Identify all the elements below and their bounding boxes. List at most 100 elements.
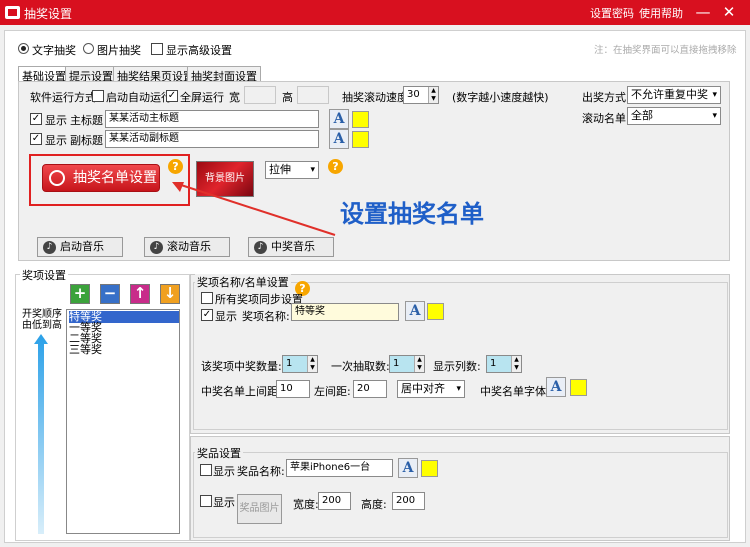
- color-swatch[interactable]: [421, 460, 438, 477]
- align-select[interactable]: 居中对齐 ▾: [397, 380, 465, 398]
- list-item[interactable]: 三等奖: [69, 344, 102, 356]
- main-title-input[interactable]: 某某活动主标题: [105, 110, 319, 128]
- auto-start-checkbox[interactable]: [92, 90, 104, 102]
- prize-settings-title: 奖项设置: [20, 267, 68, 283]
- win-music-button[interactable]: ♪ 中奖音乐: [248, 237, 334, 257]
- smile-icon: [49, 170, 65, 186]
- height-input[interactable]: [297, 86, 329, 104]
- sub-title-input[interactable]: 某某活动副标题: [105, 130, 319, 148]
- draw-mode-label: 出奖方式: [582, 91, 626, 104]
- scroll-list-label: 滚动名单: [582, 112, 626, 125]
- width-label: 宽: [229, 91, 240, 104]
- advanced-label: 显示高级设置: [166, 44, 232, 57]
- scroll-speed-input[interactable]: 30 ▲ ▼: [403, 86, 439, 104]
- start-music-button[interactable]: ♪ 启动音乐: [37, 237, 123, 257]
- top-margin-label: 中奖名单上间距:: [201, 385, 282, 398]
- show-main-title-checkbox[interactable]: ✓: [30, 113, 42, 125]
- advanced-checkbox[interactable]: [151, 43, 163, 55]
- image-draw-radio[interactable]: [83, 43, 94, 54]
- tab-cover[interactable]: 抽奖封面设置: [187, 66, 261, 83]
- up-arrow-icon: [34, 334, 48, 534]
- chevron-down-icon: ▾: [712, 90, 717, 100]
- auto-start-label: 启动自动运行: [106, 91, 172, 104]
- close-icon[interactable]: ✕: [718, 2, 740, 22]
- per-draw-label: 一次抽取数:: [331, 360, 390, 373]
- prize-name-title: 奖项名称/名单设置: [195, 274, 291, 290]
- minimize-icon[interactable]: —: [692, 2, 714, 22]
- tab-prompt[interactable]: 提示设置: [65, 66, 117, 83]
- spinner-arrows-icon[interactable]: ▲ ▼: [414, 356, 424, 372]
- award-name-input[interactable]: 苹果iPhone6一台: [286, 459, 393, 477]
- width-input[interactable]: [244, 86, 276, 104]
- add-icon[interactable]: +: [70, 284, 90, 304]
- columns-input[interactable]: 1 ▲ ▼: [486, 355, 522, 373]
- show-award-name-checkbox[interactable]: [200, 464, 212, 476]
- spinner-arrows-icon[interactable]: ▲ ▼: [511, 356, 521, 372]
- award-width-input[interactable]: 200: [318, 492, 351, 510]
- move-down-icon[interactable]: ↓: [160, 284, 180, 304]
- show-sub-title-checkbox[interactable]: ✓: [30, 133, 42, 145]
- winner-font-label: 中奖名单字体: [480, 385, 546, 398]
- award-height-input[interactable]: 200: [392, 492, 425, 510]
- font-icon[interactable]: A: [546, 377, 566, 397]
- font-icon[interactable]: A: [329, 109, 349, 129]
- draw-order-label: 开奖顺序 由低到高: [22, 309, 62, 331]
- scroll-speed-label: 抽奖滚动速度: [342, 91, 408, 104]
- color-swatch[interactable]: [352, 111, 369, 128]
- help-icon[interactable]: ?: [328, 159, 343, 174]
- hint-text: 注：在抽奖界面可以直接拖拽移除: [594, 45, 737, 56]
- show-award-image-checkbox[interactable]: [200, 495, 212, 507]
- help-icon[interactable]: ?: [168, 159, 183, 174]
- fullscreen-checkbox[interactable]: ✓: [166, 90, 178, 102]
- prize-list[interactable]: 特等奖 一等奖 二等奖 三等奖: [66, 309, 180, 534]
- music-icon: ♪: [43, 241, 56, 254]
- spinner-arrows-icon[interactable]: ▲ ▼: [307, 356, 317, 372]
- prize-name-label: 奖项名称:: [242, 310, 290, 323]
- show-label: 显示: [45, 134, 67, 147]
- color-swatch[interactable]: [352, 131, 369, 148]
- annotation-text: 设置抽奖名单: [340, 200, 484, 228]
- run-mode-label: 软件运行方式: [30, 91, 96, 104]
- show-prize-name-checkbox[interactable]: ✓: [201, 309, 213, 321]
- award-height-label: 高度:: [361, 498, 387, 511]
- award-image-button[interactable]: 奖品图片: [237, 494, 282, 524]
- remove-icon[interactable]: −: [100, 284, 120, 304]
- help-link[interactable]: 使用帮助: [639, 5, 683, 21]
- speed-hint: (数字越小速度越快): [452, 91, 549, 104]
- per-draw-input[interactable]: 1 ▲ ▼: [389, 355, 425, 373]
- title-bar: 抽奖设置 设置密码 使用帮助 — ✕: [0, 0, 750, 25]
- font-icon[interactable]: A: [398, 458, 418, 478]
- stretch-select[interactable]: 拉伸 ▾: [265, 161, 319, 179]
- list-settings-button[interactable]: 抽奖名单设置: [42, 164, 160, 192]
- move-up-icon[interactable]: ↑: [130, 284, 150, 304]
- show-label: 显示: [213, 465, 235, 478]
- music-icon: ♪: [150, 241, 163, 254]
- text-draw-radio[interactable]: [18, 43, 29, 54]
- set-password-link[interactable]: 设置密码: [590, 5, 634, 21]
- scroll-list-select[interactable]: 全部 ▾: [627, 107, 721, 125]
- main-title-label: 主标题: [70, 114, 103, 127]
- draw-mode-select[interactable]: 不允许重复中奖 ▾: [627, 86, 721, 104]
- show-label: 显示: [45, 114, 67, 127]
- scroll-music-button[interactable]: ♪ 滚动音乐: [144, 237, 230, 257]
- font-icon[interactable]: A: [405, 301, 425, 321]
- award-name-label: 奖品名称:: [237, 465, 285, 478]
- color-swatch[interactable]: [427, 303, 444, 320]
- sync-all-checkbox[interactable]: [201, 292, 213, 304]
- window-title: 抽奖设置: [24, 7, 73, 21]
- color-swatch[interactable]: [570, 379, 587, 396]
- award-title: 奖品设置: [195, 445, 243, 461]
- tab-basic[interactable]: 基础设置: [18, 66, 70, 83]
- prize-name-input[interactable]: 特等奖: [291, 303, 399, 321]
- chevron-down-icon: ▾: [456, 384, 461, 394]
- fullscreen-label: 全屏运行: [180, 91, 224, 104]
- annotation-arrow: [172, 182, 336, 236]
- winners-count-input[interactable]: 1 ▲ ▼: [282, 355, 318, 373]
- sub-title-label: 副标题: [70, 134, 103, 147]
- columns-label: 显示列数:: [433, 360, 481, 373]
- left-margin-input[interactable]: 20: [353, 380, 387, 398]
- top-margin-input[interactable]: 10: [276, 380, 310, 398]
- font-icon[interactable]: A: [329, 129, 349, 149]
- tab-result-page[interactable]: 抽奖结果页设置: [113, 66, 198, 83]
- spinner-arrows-icon[interactable]: ▲ ▼: [428, 87, 438, 103]
